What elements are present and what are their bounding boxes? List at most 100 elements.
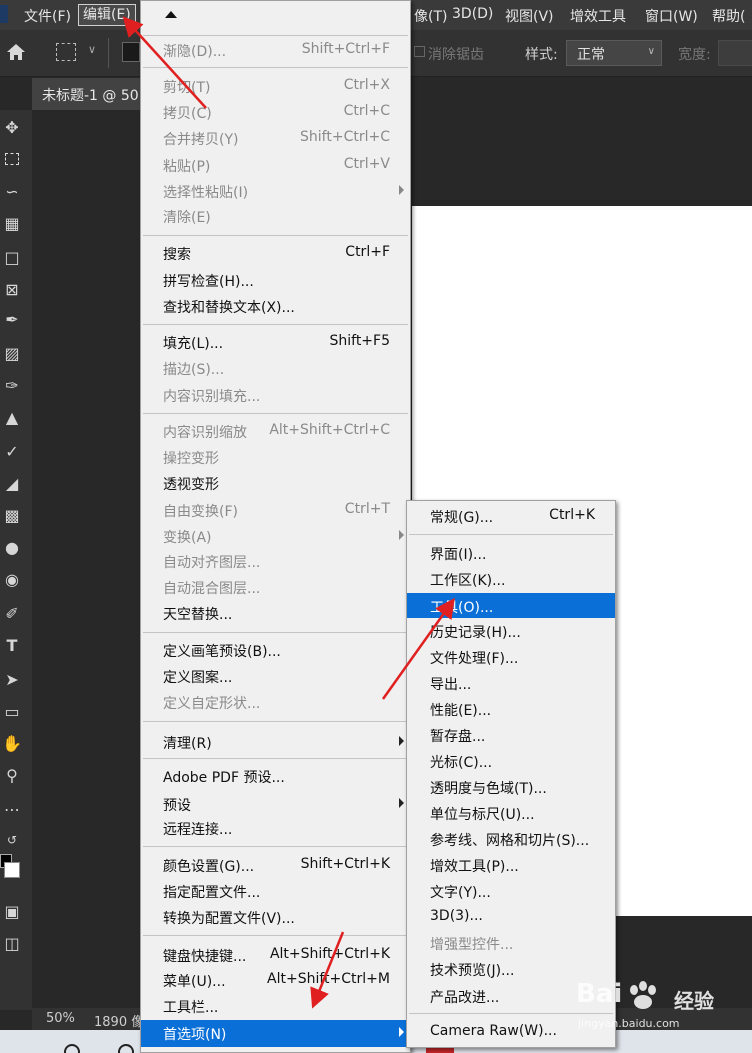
path-select-icon[interactable]: ➤ [2, 670, 22, 690]
move-tool-icon[interactable]: ✥ [2, 118, 22, 138]
chevron-down-icon[interactable]: ∨ [88, 43, 96, 56]
zoom-level[interactable]: 50% [46, 1011, 75, 1026]
pref-item-units-rulers[interactable]: 单位与标尺(U)... [407, 800, 615, 826]
width-input[interactable] [718, 40, 752, 66]
pref-item-performance[interactable]: 性能(E)... [407, 696, 615, 722]
blur-tool-icon[interactable]: ● [2, 538, 22, 558]
menu-item-convert-profile[interactable]: 转换为配置文件(V)... [141, 904, 410, 930]
dodge-tool-icon[interactable]: ◉ [2, 570, 22, 590]
menu-item-fill[interactable]: 填充(L)... Shift+F5 [141, 329, 410, 355]
brush-tool-icon[interactable]: ✑ [2, 376, 22, 396]
pref-item-type[interactable]: 文字(Y)... [407, 878, 615, 904]
menu-plugins[interactable]: 增效工具 [570, 6, 626, 26]
object-select-tool-icon[interactable]: ▦ [2, 214, 22, 234]
pref-item-3d[interactable]: 3D(3)... [407, 904, 615, 930]
quick-mask-icon[interactable]: ▣ [2, 902, 22, 922]
menu-view[interactable]: 视图(V) [505, 6, 554, 26]
gradient-tool-icon[interactable]: ▩ [2, 506, 22, 526]
menu-item-copy[interactable]: 拷贝(C) Ctrl+C [141, 99, 410, 125]
pref-item-plugins[interactable]: 增效工具(P)... [407, 852, 615, 878]
menu-image[interactable]: 像(T) [414, 6, 447, 26]
pref-item-tools[interactable]: 工具(O)... [407, 593, 615, 618]
menu-item-define-brush[interactable]: 定义画笔预设(B)... [141, 637, 410, 663]
marquee-tool-icon[interactable] [2, 150, 22, 170]
menu-window[interactable]: 窗口(W) [645, 6, 698, 26]
menu-edit[interactable]: 编辑(E) [78, 4, 136, 26]
rectangular-marquee-icon[interactable] [56, 43, 76, 61]
menu-help[interactable]: 帮助( [712, 6, 745, 26]
submenu-arrow-icon [399, 1027, 404, 1037]
menu-item-free-transform[interactable]: 自由变换(F) Ctrl+T [141, 497, 410, 523]
menu-separator [143, 758, 408, 759]
menu-item-preferences[interactable]: 首选项(N) [141, 1020, 410, 1047]
style-select[interactable]: 正常 ∨ [566, 40, 662, 66]
menu-item-fade[interactable]: 渐隐(D)... Shift+Ctrl+F [141, 37, 410, 63]
menu-3d[interactable]: 3D(D) [452, 6, 493, 22]
menu-item-menus[interactable]: 菜单(U)... Alt+Shift+Ctrl+M [141, 967, 410, 993]
pref-item-enhanced-controls[interactable]: 增强型控件... [407, 930, 615, 956]
menu-item-adobe-pdf-presets[interactable]: Adobe PDF 预设... [141, 763, 410, 789]
menu-item-presets[interactable]: 预设 [141, 791, 410, 817]
pref-item-history-log[interactable]: 历史记录(H)... [407, 618, 615, 644]
search-icon[interactable] [64, 1044, 80, 1053]
menu-item-auto-align-layers[interactable]: 自动对齐图层... [141, 548, 410, 574]
rectangle-tool-icon[interactable]: ▭ [2, 702, 22, 722]
swap-colors-icon[interactable]: ↺ [2, 830, 22, 850]
background-color-swatch[interactable] [4, 862, 20, 878]
menu-item-search[interactable]: 搜索 Ctrl+F [141, 240, 410, 266]
menu-item-paste-special[interactable]: 选择性粘贴(I) [141, 178, 410, 204]
menu-item-purge[interactable]: 清理(R) [141, 729, 410, 755]
menu-item-paste[interactable]: 粘贴(P) Ctrl+V [141, 152, 410, 178]
frame-tool-icon[interactable]: ⊠ [2, 280, 22, 300]
menu-item-toolbar[interactable]: 工具栏... [141, 993, 410, 1019]
menu-item-transform[interactable]: 变换(A) [141, 523, 410, 549]
menu-item-content-aware-fill[interactable]: 内容识别填充... [141, 382, 410, 408]
pref-item-general[interactable]: 常规(G)... Ctrl+K [407, 503, 615, 529]
zoom-tool-icon[interactable]: ⚲ [2, 766, 22, 786]
lasso-tool-icon[interactable]: ∽ [2, 182, 22, 202]
home-icon[interactable] [4, 40, 28, 64]
pref-item-guides-grid-slices[interactable]: 参考线、网格和切片(S)... [407, 826, 615, 852]
history-brush-icon[interactable]: ✓ [2, 442, 22, 462]
menu-item-find-replace[interactable]: 查找和替换文本(X)... [141, 293, 410, 319]
menu-item-puppet-warp[interactable]: 操控变形 [141, 444, 410, 470]
menu-item-remote-connections[interactable]: 远程连接... [141, 815, 410, 841]
menu-item-spell-check[interactable]: 拼写检查(H)... [141, 267, 410, 293]
menu-item-sky-replacement[interactable]: 天空替换... [141, 600, 410, 626]
menu-item-assign-profile[interactable]: 指定配置文件... [141, 878, 410, 904]
type-tool-icon[interactable]: T [2, 636, 22, 656]
paw-logo-icon [630, 981, 656, 1009]
menu-item-stroke[interactable]: 描边(S)... [141, 355, 410, 381]
healing-brush-icon[interactable]: ▨ [2, 344, 22, 364]
pref-item-file-handling[interactable]: 文件处理(F)... [407, 644, 615, 670]
more-tools-icon[interactable]: ⋯ [2, 800, 22, 820]
menu-item-copy-merged[interactable]: 合并拷贝(Y) Shift+Ctrl+C [141, 125, 410, 151]
new-selection-button[interactable] [122, 42, 140, 62]
pref-item-workspace[interactable]: 工作区(K)... [407, 566, 615, 592]
menu-item-keyboard-shortcuts[interactable]: 键盘快捷键... Alt+Shift+Ctrl+K [141, 942, 410, 968]
menu-item-content-aware-scale[interactable]: 内容识别缩放 Alt+Shift+Ctrl+C [141, 418, 410, 444]
menu-item-define-shape[interactable]: 定义自定形状... [141, 689, 410, 715]
eraser-tool-icon[interactable]: ◢ [2, 474, 22, 494]
pref-item-scratch-disks[interactable]: 暂存盘... [407, 722, 615, 748]
task-view-icon[interactable] [118, 1044, 134, 1053]
hand-tool-icon[interactable]: ✋ [2, 734, 22, 754]
menu-item-perspective-warp[interactable]: 透视变形 [141, 470, 410, 496]
menu-item-clear[interactable]: 清除(E) [141, 203, 410, 229]
scroll-up-arrow-icon[interactable] [165, 11, 177, 18]
menu-item-color-settings[interactable]: 颜色设置(G)... Shift+Ctrl+K [141, 852, 410, 878]
stamp-tool-icon[interactable]: ▲ [2, 408, 22, 428]
crop-tool-icon[interactable]: □ [2, 248, 22, 268]
pen-tool-icon[interactable]: ✐ [2, 604, 22, 624]
menu-item-cut[interactable]: 剪切(T) Ctrl+X [141, 73, 410, 99]
menu-file[interactable]: 文件(F) [24, 6, 71, 26]
pref-item-export[interactable]: 导出... [407, 670, 615, 696]
pref-item-cursors[interactable]: 光标(C)... [407, 748, 615, 774]
antialias-checkbox[interactable] [414, 46, 425, 57]
pref-item-interface[interactable]: 界面(I)... [407, 540, 615, 566]
menu-item-auto-blend-layers[interactable]: 自动混合图层... [141, 574, 410, 600]
menu-item-define-pattern[interactable]: 定义图案... [141, 663, 410, 689]
pref-item-transparency-gamut[interactable]: 透明度与色域(T)... [407, 774, 615, 800]
screen-mode-icon[interactable]: ◫ [2, 934, 22, 954]
eyedropper-tool-icon[interactable]: ✒ [2, 310, 22, 330]
